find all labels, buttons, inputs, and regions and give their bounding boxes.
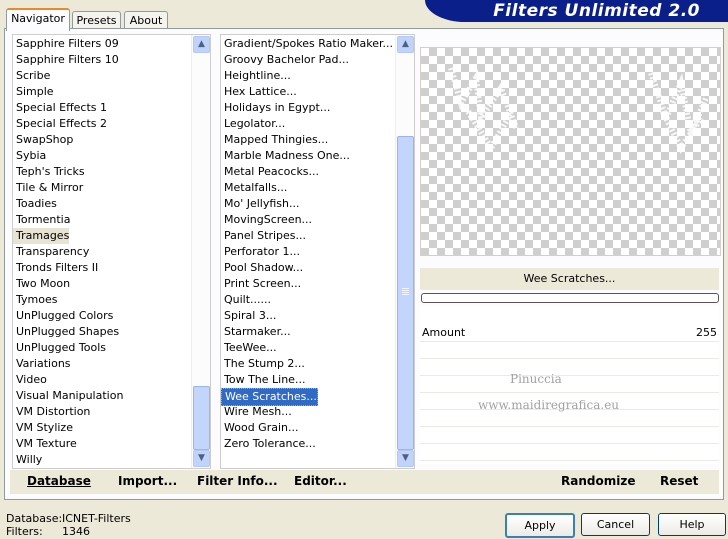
randomize-button[interactable]: Randomize — [561, 474, 635, 488]
category-item[interactable]: Variations — [13, 356, 71, 372]
category-item[interactable]: Tymoes — [13, 292, 57, 308]
filter-item[interactable]: Tow The Line... — [221, 372, 305, 388]
filter-name-label: Wee Scratches... — [420, 268, 719, 290]
app-title: Filters Unlimited 2.0 — [493, 1, 700, 21]
category-item[interactable]: Tramages — [13, 228, 70, 244]
category-item[interactable]: Toadies — [13, 196, 57, 212]
category-item[interactable]: Tronds Filters II — [13, 260, 98, 276]
tab-navigator[interactable]: Navigator — [6, 8, 70, 31]
scroll-down-icon[interactable]: ▼ — [193, 450, 210, 467]
filter-item[interactable]: TeeWee... — [221, 340, 277, 356]
category-item[interactable]: Scribe — [13, 68, 50, 84]
category-scrollbar[interactable]: ▲ ▼ — [191, 35, 210, 468]
watermark-name: Pinuccia — [510, 372, 562, 386]
status-database-label: Database: — [6, 512, 63, 525]
filter-item[interactable]: Gradient/Spokes Ratio Maker... — [221, 36, 393, 52]
grip-line — [402, 294, 409, 295]
editor-button[interactable]: Editor... — [294, 474, 347, 488]
filter-item[interactable]: Print Screen... — [221, 276, 301, 292]
category-item[interactable]: UnPlugged Colors — [13, 308, 113, 324]
filter-item[interactable]: Mo' Jellyfish... — [221, 196, 300, 212]
scroll-up-icon[interactable]: ▲ — [193, 36, 210, 53]
param-value: 255 — [696, 326, 717, 339]
category-item[interactable]: Two Moon — [13, 276, 70, 292]
filter-item[interactable]: Wood Grain... — [221, 420, 298, 436]
database-button-label: Database — [27, 474, 91, 488]
param-row-empty — [420, 376, 719, 393]
status-filters-label: Filters: — [6, 525, 43, 538]
filter-item[interactable]: Starmaker... — [221, 324, 291, 340]
category-item[interactable]: Transparency — [13, 244, 89, 260]
category-scroll-thumb[interactable] — [193, 386, 210, 450]
watermark-url: www.maidiregrafica.eu — [478, 398, 620, 412]
database-button[interactable]: Database — [27, 474, 91, 488]
status-database-value: ICNET-Filters — [62, 512, 131, 525]
filter-item[interactable]: Metal Peacocks... — [221, 164, 319, 180]
filter-item[interactable]: The Stump 2... — [221, 356, 305, 372]
preview-area — [420, 47, 721, 256]
param-row-empty — [420, 359, 719, 376]
filter-item[interactable]: Panel Stripes... — [221, 228, 306, 244]
reset-button[interactable]: Reset — [660, 474, 698, 488]
filter-item[interactable]: Groovy Bachelor Pad... — [221, 52, 349, 68]
help-button[interactable]: Help — [658, 513, 726, 536]
param-row-empty — [420, 410, 719, 427]
cancel-button[interactable]: Cancel — [581, 513, 650, 536]
param-row-empty — [420, 427, 719, 444]
category-item[interactable]: Special Effects 1 — [13, 100, 107, 116]
category-item[interactable]: Sybia — [13, 148, 46, 164]
grip-line — [402, 292, 409, 293]
filter-item[interactable]: Perforator 1... — [221, 244, 300, 260]
filter-item[interactable]: Pool Shadow... — [221, 260, 303, 276]
grip-line — [402, 288, 409, 289]
category-item[interactable]: VM Distortion — [13, 404, 90, 420]
filter-item[interactable]: MovingScreen... — [221, 212, 312, 228]
apply-button[interactable]: Apply — [505, 513, 575, 538]
category-item[interactable]: Tormentia — [13, 212, 70, 228]
category-item[interactable]: UnPlugged Shapes — [13, 324, 119, 340]
param-row-empty — [420, 444, 719, 461]
filter-item[interactable]: Quilt...... — [221, 292, 271, 308]
scroll-down-icon[interactable]: ▼ — [397, 450, 414, 467]
category-item[interactable]: VM Texture — [13, 436, 77, 452]
preview-image — [448, 67, 709, 154]
param-row-amount[interactable]: Amount 255 — [420, 325, 719, 342]
filter-scroll-thumb[interactable] — [397, 136, 414, 450]
filter-item[interactable]: Spiral 3... — [221, 308, 276, 324]
category-item[interactable]: Simple — [13, 84, 54, 100]
category-item[interactable]: Sapphire Filters 09 — [13, 36, 119, 52]
filter-scrollbar[interactable]: ▲ ▼ — [395, 35, 414, 468]
category-item[interactable]: SwapShop — [13, 132, 73, 148]
category-item[interactable]: Visual Manipulation — [13, 388, 123, 404]
tab-about[interactable]: About — [124, 11, 168, 29]
param-row-empty — [420, 342, 719, 359]
filter-item[interactable]: Wire Mesh... — [221, 404, 292, 420]
filter-item[interactable]: Zero Tolerance... — [221, 436, 316, 452]
filter-item[interactable]: Marble Madness One... — [221, 148, 350, 164]
filter-item[interactable]: Holidays in Egypt... — [221, 100, 330, 116]
category-list[interactable]: Sapphire Filters 09 Sapphire Filters 10 Sc… — [12, 34, 211, 469]
category-item[interactable]: Tile & Mirror — [13, 180, 83, 196]
progress-bar — [421, 293, 719, 303]
filter-item[interactable]: Heightline... — [221, 68, 291, 84]
category-item[interactable]: UnPlugged Tools — [13, 340, 106, 356]
category-item[interactable]: Willy — [13, 452, 42, 468]
category-item[interactable]: Teph's Tricks — [13, 164, 85, 180]
filter-item[interactable]: Metalfalls... — [221, 180, 287, 196]
scroll-up-icon[interactable]: ▲ — [397, 36, 414, 53]
filter-item[interactable]: Legolator... — [221, 116, 285, 132]
category-item[interactable]: Video — [13, 372, 47, 388]
filter-info-button[interactable]: Filter Info... — [197, 474, 278, 488]
category-item[interactable]: VM Stylize — [13, 420, 73, 436]
status-filters-value: 1346 — [62, 525, 90, 538]
filter-list[interactable]: Gradient/Spokes Ratio Maker... Groovy Bac… — [220, 34, 415, 469]
category-item[interactable]: Special Effects 2 — [13, 116, 107, 132]
filter-item[interactable]: Mapped Thingies... — [221, 132, 328, 148]
tab-presets[interactable]: Presets — [72, 11, 121, 29]
import-button[interactable]: Import... — [118, 474, 177, 488]
category-item[interactable]: Sapphire Filters 10 — [13, 52, 119, 68]
grip-line — [402, 290, 409, 291]
param-label: Amount — [422, 326, 466, 339]
filter-item[interactable]: Hex Lattice... — [221, 84, 297, 100]
